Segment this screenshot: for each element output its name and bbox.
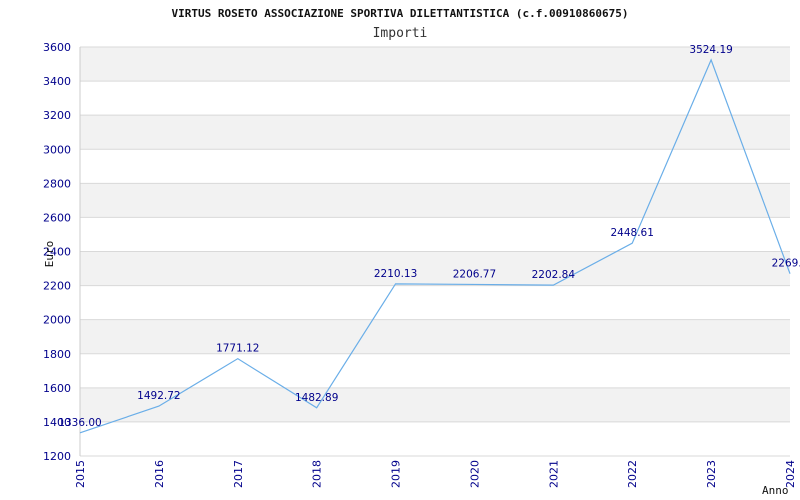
y-tick-label: 3600	[43, 41, 71, 54]
grid-band	[80, 319, 790, 354]
x-tick-label: 2020	[468, 460, 481, 488]
x-axis-label: Anno	[762, 484, 789, 497]
x-tick-label: 2023	[705, 460, 718, 488]
y-tick-label: 1600	[43, 382, 71, 395]
x-tick-label: 2016	[153, 460, 166, 488]
x-tick-label: 2017	[232, 460, 245, 488]
y-tick-label: 2800	[43, 177, 71, 190]
grid-band	[80, 47, 790, 82]
y-tick-label: 3200	[43, 109, 71, 122]
y-tick-label: 3000	[43, 143, 71, 156]
x-tick-labels: 2015 2016 2017 2018 2019 2020 2021 2022 2023 2024	[74, 460, 797, 488]
data-label: 2448.61	[611, 227, 654, 239]
grid-band	[80, 115, 790, 150]
data-label: 3524.19	[689, 44, 732, 56]
y-tick-label: 1200	[43, 450, 71, 463]
grid-band	[80, 183, 790, 218]
data-label: 2269.7	[772, 258, 800, 270]
grid-band	[80, 251, 790, 286]
chart-subtitle: Importi	[373, 26, 428, 41]
grid-band	[80, 387, 790, 422]
y-axis-label: Euro	[43, 241, 56, 268]
data-label: 2206.77	[453, 268, 496, 280]
data-label: 1336.00	[58, 417, 101, 429]
x-tick-label: 2022	[626, 460, 639, 488]
data-labels: 1336.00 1492.72 1771.12 1482.89 2210.13 2206.…	[58, 44, 800, 429]
x-tick-label: 2019	[390, 460, 403, 488]
y-tick-label: 3400	[43, 75, 71, 88]
data-label: 1492.72	[137, 390, 180, 402]
data-label: 1771.12	[216, 343, 259, 355]
x-tick-label: 2015	[74, 460, 87, 488]
data-label: 2210.13	[374, 268, 417, 280]
grid-bands	[80, 47, 790, 422]
data-label: 2202.84	[532, 269, 576, 281]
y-tick-label: 2600	[43, 211, 71, 224]
x-tick-label: 2018	[311, 460, 324, 488]
y-tick-label: 2200	[43, 280, 71, 293]
chart-title: VIRTUS ROSETO ASSOCIAZIONE SPORTIVA DILE…	[172, 7, 629, 20]
x-tick-label: 2021	[547, 460, 560, 488]
y-tick-label: 1800	[43, 348, 71, 361]
data-label: 1482.89	[295, 392, 338, 404]
y-tick-label: 2000	[43, 314, 71, 327]
line-chart: 1200140016001800200022002400260028003000…	[43, 7, 800, 497]
